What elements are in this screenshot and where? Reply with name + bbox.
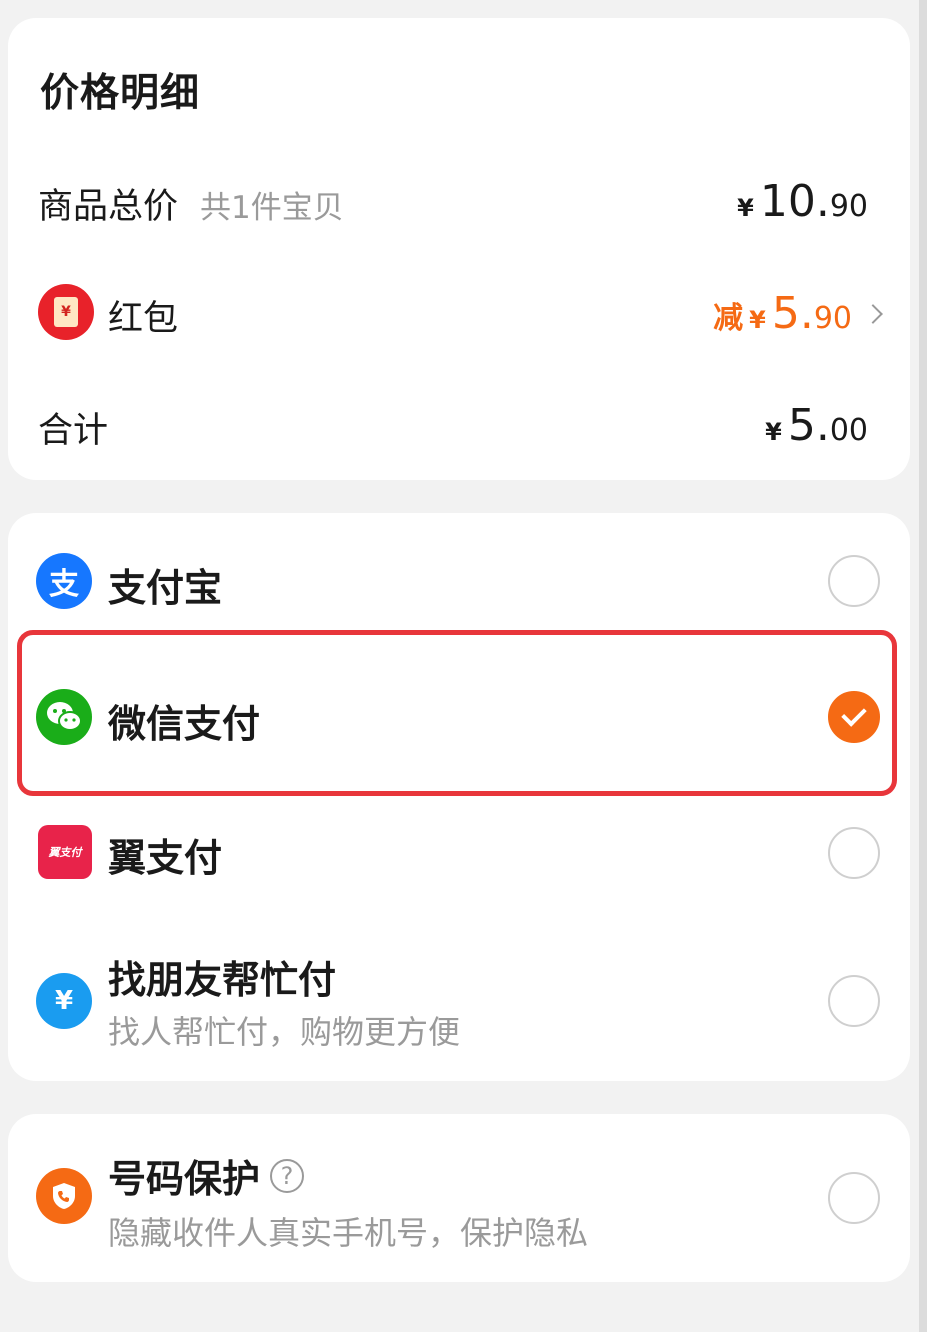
- chevron-right-icon: [863, 303, 883, 324]
- price-integer: 5.: [771, 288, 814, 339]
- bestpay-icon: 翼支付: [38, 825, 92, 879]
- selection-highlight: [17, 630, 897, 796]
- number-protection-label: 号码保护: [108, 1157, 261, 1201]
- payment-option-alipay[interactable]: 支 支付宝: [8, 533, 910, 633]
- radio-button[interactable]: [828, 555, 880, 607]
- price-decimal: 90: [829, 189, 868, 224]
- radio-button[interactable]: [828, 827, 880, 879]
- price-decimal: 90: [813, 301, 852, 336]
- radio-button[interactable]: [828, 975, 880, 1027]
- goods-total-price: ¥ 10. 90: [737, 176, 868, 227]
- price-decimal: 00: [829, 413, 868, 448]
- payment-option-bestpay[interactable]: 翼支付 翼支付: [8, 805, 910, 915]
- red-packet-icon: ¥: [38, 284, 94, 340]
- payment-label: 找朋友帮忙付: [108, 958, 337, 1002]
- alipay-icon: 支: [36, 553, 92, 609]
- friend-pay-icon: ¥: [36, 973, 92, 1029]
- red-packet-discount[interactable]: 减 ¥ 5. 90: [713, 288, 883, 339]
- price-integer: 5.: [787, 400, 830, 451]
- help-icon[interactable]: ?: [270, 1158, 305, 1193]
- payment-label: 支付宝: [108, 566, 223, 610]
- number-protection-sublabel: 隐藏收件人真实手机号，保护隐私: [108, 1214, 589, 1252]
- radio-button[interactable]: [828, 1172, 880, 1224]
- price-integer: 10.: [759, 176, 830, 227]
- yen-symbol: ¥: [749, 306, 766, 334]
- payment-option-friend-pay[interactable]: ¥ 找朋友帮忙付 找人帮忙付，购物更方便: [8, 943, 910, 1063]
- discount-prefix: 减: [713, 301, 744, 336]
- goods-count-text: 共1件宝贝: [200, 190, 344, 226]
- price-detail-card: 价格明细 商品总价 共1件宝贝 ¥ 10. 90 ¥ 红包 减 ¥ 5. 90 …: [8, 18, 910, 480]
- phone-handset-icon: [53, 1183, 75, 1209]
- number-protection-card[interactable]: 号码保护 ? 隐藏收件人真实手机号，保护隐私: [8, 1114, 910, 1282]
- payment-sublabel: 找人帮忙付，购物更方便: [108, 1013, 461, 1051]
- red-packet-inner: ¥: [54, 297, 78, 327]
- payment-label: 翼支付: [108, 836, 223, 880]
- yen-symbol: ¥: [737, 194, 754, 222]
- phone-shield-icon: [36, 1168, 92, 1224]
- number-protection-title-row: 号码保护 ?: [108, 1148, 305, 1203]
- price-detail-title: 价格明细: [40, 71, 201, 116]
- goods-total-label: 商品总价: [38, 187, 179, 227]
- total-price: ¥ 5. 00: [765, 400, 868, 451]
- yen-symbol: ¥: [765, 418, 782, 446]
- total-label: 合计: [38, 411, 109, 451]
- red-packet-label: 红包: [108, 299, 179, 339]
- scroll-edge: [919, 0, 927, 1332]
- payment-methods-card: 支 支付宝 微信支付 翼支付 翼支付 ¥ 找朋友帮忙付 找人帮忙付，购物更方便: [8, 513, 910, 1081]
